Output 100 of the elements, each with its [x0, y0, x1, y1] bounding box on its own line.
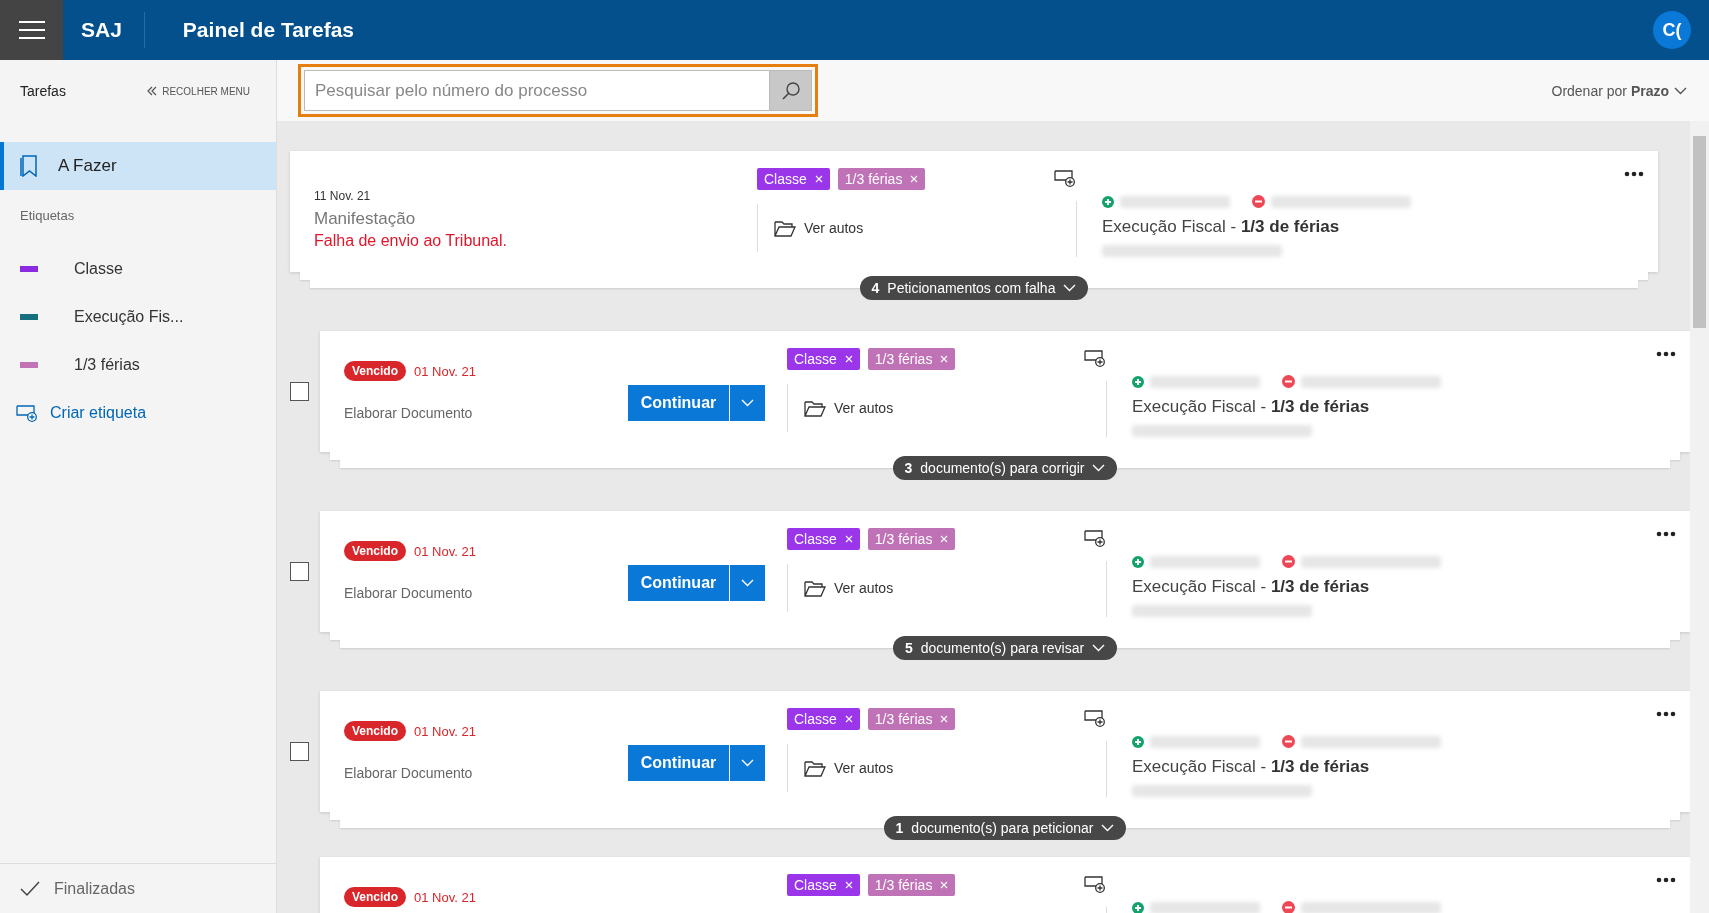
- view-records-link[interactable]: Ver autos: [834, 580, 894, 596]
- tag-add-icon[interactable]: [1084, 530, 1106, 547]
- user-avatar[interactable]: C(: [1653, 11, 1691, 49]
- label-item[interactable]: Execução Fis...: [74, 308, 184, 326]
- tag-chip: Classe: [787, 874, 860, 896]
- double-chevron-left-icon: [147, 86, 158, 96]
- task-title: Elaborar Documento: [344, 405, 473, 421]
- checkbox[interactable]: [290, 382, 309, 401]
- minus-circle-icon: [1282, 375, 1295, 388]
- chevron-down-icon: [1674, 86, 1687, 95]
- due-date: 01 Nov. 21: [414, 543, 476, 559]
- status-badge: Vencido: [344, 887, 406, 907]
- case-title: Execução Fiscal - 1/3 de férias: [1132, 576, 1371, 597]
- tag-chip: 1/3 férias: [867, 874, 956, 896]
- finished-item[interactable]: Finalizadas: [54, 879, 135, 898]
- dropdown-button[interactable]: [729, 385, 765, 421]
- checkbox[interactable]: [290, 742, 309, 761]
- case-title: Execução Fiscal - 1/3 de férias: [1132, 396, 1371, 417]
- case-title: Execução Fiscal - 1/3 de férias: [1132, 756, 1371, 777]
- continue-button[interactable]: Continuar: [628, 565, 729, 601]
- search-field[interactable]: Pesquisar pelo número do processo: [304, 70, 770, 111]
- folder-icon: [804, 579, 826, 597]
- more-icon[interactable]: [1656, 531, 1676, 537]
- plus-circle-icon: [1102, 195, 1114, 208]
- tag-chip: Classe: [787, 528, 860, 550]
- label-item[interactable]: 1/3 férias: [74, 356, 140, 374]
- chevron-down-icon: [1092, 464, 1106, 472]
- more-icon[interactable]: [1656, 351, 1676, 357]
- continue-button[interactable]: Continuar: [628, 745, 729, 781]
- more-icon[interactable]: [1656, 877, 1676, 883]
- scrollbar[interactable]: [1690, 121, 1709, 913]
- tag-chip: Classe: [787, 348, 860, 370]
- search-button[interactable]: [770, 70, 812, 111]
- more-icon[interactable]: [1624, 171, 1644, 177]
- view-records-link[interactable]: Ver autos: [834, 760, 894, 776]
- tag-add-icon[interactable]: [1054, 170, 1076, 187]
- minus-circle-icon: [1252, 195, 1265, 208]
- close-icon[interactable]: [844, 715, 853, 723]
- tag-add-icon[interactable]: [1084, 350, 1106, 367]
- continue-button[interactable]: Continuar: [628, 385, 729, 421]
- chevron-down-icon: [741, 579, 754, 587]
- due-date: 01 Nov. 21: [414, 889, 476, 905]
- search-icon: [780, 80, 801, 101]
- dropdown-button[interactable]: [729, 745, 765, 781]
- folder-icon: [804, 399, 826, 417]
- case-title: Execução Fiscal - 1/3 de férias: [1102, 216, 1341, 237]
- checkbox[interactable]: [290, 562, 309, 581]
- chevron-down-icon: [1101, 824, 1115, 832]
- close-icon[interactable]: [940, 355, 949, 363]
- close-icon[interactable]: [940, 535, 949, 543]
- sidebar-item[interactable]: A Fazer: [0, 142, 276, 190]
- label-item[interactable]: Classe: [74, 260, 123, 278]
- view-records-link[interactable]: Ver autos: [834, 400, 894, 416]
- group-toggle[interactable]: 3 documento(s) para corrigir: [892, 456, 1118, 480]
- section-heading: Etiquetas: [19, 207, 76, 225]
- dropdown-button[interactable]: [729, 565, 765, 601]
- sort-dropdown[interactable]: Ordenar por Prazo: [1551, 82, 1669, 99]
- close-icon[interactable]: [844, 355, 853, 363]
- tag-chip: Classe: [787, 708, 860, 730]
- collapse-menu-link[interactable]: RECOLHER MENU: [162, 85, 250, 97]
- close-icon[interactable]: [940, 881, 949, 889]
- close-icon[interactable]: [844, 881, 853, 889]
- group-toggle[interactable]: 4 Peticionamentos com falha: [859, 276, 1089, 300]
- menu-icon[interactable]: [18, 21, 45, 39]
- tag-chip: 1/3 férias: [867, 348, 956, 370]
- plus-circle-icon: [1132, 735, 1144, 748]
- plus-circle-icon: [1132, 555, 1144, 568]
- view-records-link[interactable]: Ver autos: [804, 220, 864, 236]
- tag-add-icon[interactable]: [16, 404, 38, 422]
- sidebar-title: Tarefas: [20, 83, 66, 99]
- close-icon[interactable]: [940, 715, 949, 723]
- page-title: Painel de Tarefas: [182, 18, 356, 42]
- task-title: Elaborar Documento: [344, 585, 473, 601]
- tag-add-icon[interactable]: [1084, 876, 1106, 893]
- close-icon[interactable]: [844, 535, 853, 543]
- task-title: Elaborar Documento: [344, 765, 473, 781]
- close-icon[interactable]: [910, 175, 919, 183]
- tag-chip: 1/3 férias: [867, 708, 956, 730]
- due-date: 01 Nov. 21: [414, 723, 476, 739]
- chevron-down-icon: [1063, 284, 1077, 292]
- folder-icon: [804, 759, 826, 777]
- status-badge: Vencido: [344, 721, 406, 741]
- status-badge: Vencido: [344, 361, 406, 381]
- task-date: 11 Nov. 21: [314, 189, 372, 203]
- tag-chip: 1/3 férias: [837, 168, 926, 190]
- check-icon: [20, 880, 40, 897]
- minus-circle-icon: [1282, 735, 1295, 748]
- menu-button[interactable]: [0, 0, 63, 60]
- tag-add-icon[interactable]: [1084, 710, 1106, 727]
- error-message: Falha de envio ao Tribunal.: [314, 232, 508, 250]
- close-icon[interactable]: [814, 175, 823, 183]
- due-date: 01 Nov. 21: [414, 363, 476, 379]
- bookmark-icon: [20, 155, 38, 177]
- chevron-down-icon: [741, 399, 754, 407]
- group-toggle[interactable]: 1 documento(s) para peticionar: [883, 816, 1127, 840]
- group-toggle[interactable]: 5 documento(s) para revisar: [892, 636, 1118, 660]
- tag-chip: Classe: [757, 168, 830, 190]
- status-badge: Vencido: [344, 541, 406, 561]
- more-icon[interactable]: [1656, 711, 1676, 717]
- create-label-link[interactable]: Criar etiqueta: [50, 404, 147, 422]
